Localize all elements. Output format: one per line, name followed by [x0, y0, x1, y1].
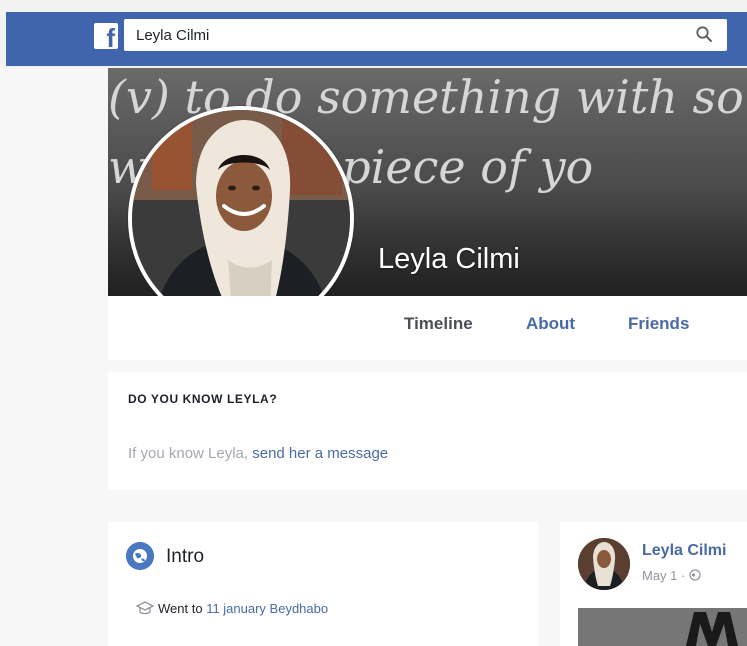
globe-icon	[126, 542, 154, 570]
public-globe-icon	[689, 569, 701, 581]
post-image[interactable]	[578, 608, 747, 646]
education-prefix: Went to	[158, 601, 207, 616]
do-you-know-title: DO YOU KNOW LEYLA?	[128, 392, 278, 406]
facebook-logo-icon[interactable]: f	[94, 23, 118, 49]
tab-friends[interactable]: Friends	[628, 314, 689, 334]
tab-about[interactable]: About	[526, 314, 575, 334]
post-author-name[interactable]: Leyla Cilmi	[642, 542, 726, 560]
search-icon[interactable]	[695, 25, 713, 43]
intro-card: Intro Went to 11 january Beydhabo	[108, 522, 538, 646]
post-card: Leyla Cilmi May 1 ·	[560, 522, 747, 646]
search-input-value[interactable]: Leyla Cilmi	[136, 27, 209, 44]
profile-tabs: Timeline About Friends	[108, 296, 747, 360]
top-bar: f Leyla Cilmi	[0, 0, 747, 68]
education-text: Went to 11 january Beydhabo	[158, 601, 328, 616]
send-message-link[interactable]: send her a message	[252, 445, 388, 462]
graduation-cap-icon	[136, 601, 154, 615]
search-input[interactable]: Leyla Cilmi	[124, 19, 727, 51]
do-you-know-text: If you know Leyla, send her a message	[128, 445, 388, 462]
post-date[interactable]: May 1 ·	[642, 568, 689, 583]
post-image-content	[578, 608, 747, 646]
post-author-avatar-image	[578, 538, 630, 590]
do-you-know-prompt: If you know Leyla,	[128, 445, 253, 462]
tab-timeline[interactable]: Timeline	[404, 314, 473, 334]
intro-title: Intro	[166, 546, 205, 567]
education-link[interactable]: 11 january Beydhabo	[206, 601, 328, 616]
profile-name[interactable]: Leyla Cilmi	[378, 243, 520, 276]
post-meta: May 1 ·	[642, 568, 701, 583]
post-author-avatar[interactable]	[578, 538, 630, 590]
do-you-know-card: DO YOU KNOW LEYLA? If you know Leyla, se…	[108, 372, 747, 490]
